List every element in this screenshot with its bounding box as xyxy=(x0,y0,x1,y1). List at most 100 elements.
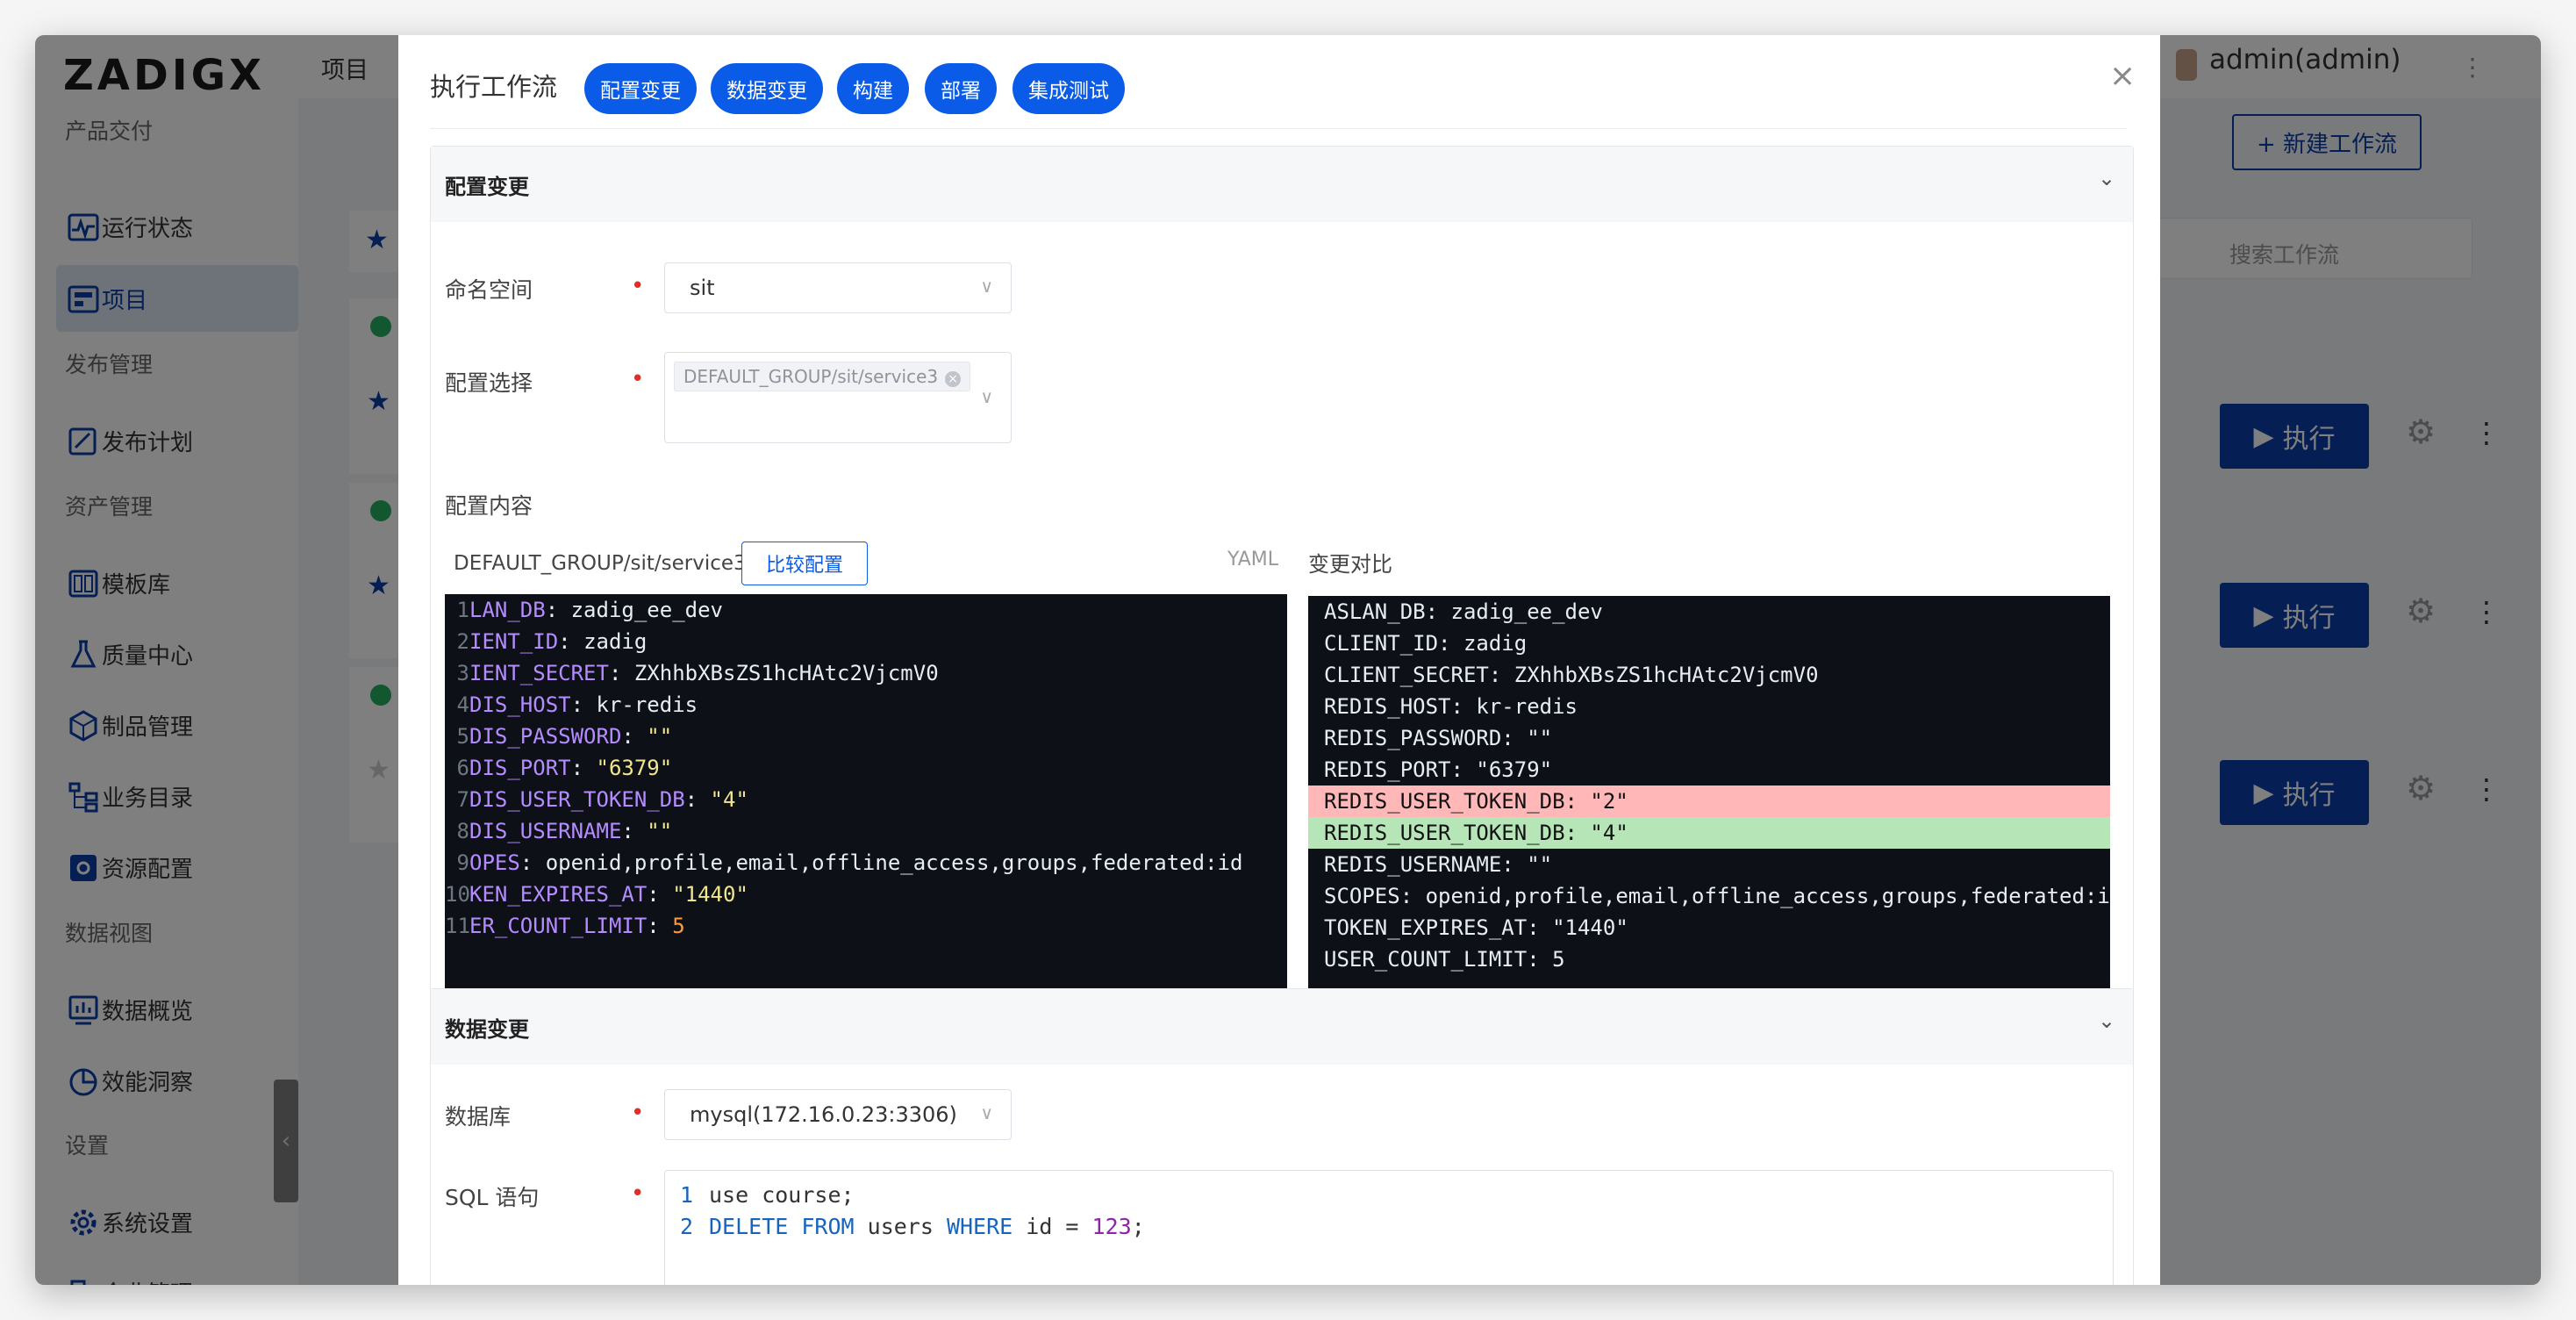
chevron-down-icon: ∨ xyxy=(980,276,993,297)
diff-line: ASLAN_DB: zadig_ee_dev xyxy=(1324,599,1603,624)
yaml-key: DIS_PORT xyxy=(469,756,571,780)
chevron-down-icon[interactable]: ⌄ xyxy=(2098,1008,2115,1033)
sql-keyword: DELETE xyxy=(709,1214,789,1239)
required-mark: • xyxy=(631,1180,645,1207)
config-select-label: 配置选择 xyxy=(445,370,533,396)
diff-line: SCOPES: openid,profile,email,offline_acc… xyxy=(1324,884,2110,908)
code-line: 3IENT_SECRET: ZXhhbXBsZS1hcHAtc2VjcmV0 xyxy=(445,657,1287,689)
database-select[interactable]: mysql(172.16.0.23:3306) ∨ xyxy=(664,1089,1012,1140)
yaml-value: 5 xyxy=(672,914,685,938)
chevron-down-icon[interactable]: ⌄ xyxy=(2098,166,2115,190)
yaml-key: LAN_DB xyxy=(469,598,546,622)
chevron-down-icon: ∨ xyxy=(980,386,993,407)
required-mark: • xyxy=(631,273,645,299)
remove-chip-icon[interactable]: × xyxy=(945,371,962,387)
chevron-down-icon: ∨ xyxy=(980,1102,993,1123)
sql-label: SQL 语句 xyxy=(445,1185,540,1210)
code-line: 6DIS_PORT: "6379" xyxy=(445,752,1287,784)
yaml-value: zadig xyxy=(583,629,648,654)
yaml-value: "4" xyxy=(710,787,748,812)
config-file-name: DEFAULT_GROUP/sit/service3 xyxy=(454,552,747,575)
line-number: 7 xyxy=(456,787,469,812)
data-change-panel: 数据变更 ⌄ 数据库 • mysql(172.16.0.23:3306) ∨ S… xyxy=(430,988,2134,1285)
yaml-key: OPES xyxy=(469,850,520,875)
close-icon[interactable]: × xyxy=(2109,58,2136,94)
code-line: 1LAN_DB: zadig_ee_dev xyxy=(445,594,1287,626)
yaml-value: zadig_ee_dev xyxy=(570,598,723,622)
line-number: 8 xyxy=(456,819,469,843)
line-number: 5 xyxy=(456,724,469,749)
yaml-value: "1440" xyxy=(672,882,748,907)
code-line: 11ER_COUNT_LIMIT: 5 xyxy=(445,910,1287,942)
yaml-key: IENT_ID xyxy=(469,629,559,654)
sql-number: 123 xyxy=(1091,1214,1132,1239)
code-line: 4DIS_HOST: kr-redis xyxy=(445,689,1287,721)
line-number: 6 xyxy=(456,756,469,780)
tab-deploy[interactable]: 部署 xyxy=(925,63,997,114)
diff-line: REDIS_USERNAME: "" xyxy=(1324,852,1553,877)
diff-line: CLIENT_ID: zadig xyxy=(1324,631,1528,656)
diff-line: REDIS_PASSWORD: "" xyxy=(1324,726,1553,750)
line-number: 11 xyxy=(445,914,470,938)
config-multi-select[interactable]: DEFAULT_GROUP/sit/service3 × ∨ xyxy=(664,352,1012,443)
diff-line-added: REDIS_USER_TOKEN_DB: "4" xyxy=(1308,817,2110,849)
compare-config-button[interactable]: 比较配置 xyxy=(741,542,868,585)
diff-title: 变更对比 xyxy=(1308,552,1392,577)
diff-line-removed: REDIS_USER_TOKEN_DB: "2" xyxy=(1308,786,2110,817)
required-mark: • xyxy=(631,1100,645,1126)
code-line: 8DIS_USERNAME: "" xyxy=(445,815,1287,847)
execute-workflow-modal: 执行工作流 配置变更 数据变更 构建 部署 集成测试 × 配置变更 ⌄ 命名空间… xyxy=(398,35,2160,1285)
panel-title: 数据变更 xyxy=(445,1017,529,1042)
namespace-select[interactable]: sit ∨ xyxy=(664,262,1012,313)
sql-text: id = xyxy=(1013,1214,1092,1239)
line-number: 10 xyxy=(445,882,470,907)
code-line: 5DIS_PASSWORD: "" xyxy=(445,721,1287,752)
yaml-key: DIS_HOST xyxy=(469,692,571,717)
config-content-label: 配置内容 xyxy=(445,493,533,519)
panel-title: 配置变更 xyxy=(445,175,529,199)
app-window: ZADIGX 产品交付 运行状态 项目 发布管理 发布计划 资产管理 模板库 质… xyxy=(35,35,2541,1285)
yaml-value: openid,profile,email,offline_access,grou… xyxy=(545,850,1243,875)
config-editor[interactable]: 1LAN_DB: zadig_ee_dev 2IENT_ID: zadig 3IEN… xyxy=(445,594,1287,1007)
yaml-key: IENT_SECRET xyxy=(469,661,609,685)
sql-text: ; xyxy=(1131,1214,1145,1239)
code-line: 2IENT_ID: zadig xyxy=(445,626,1287,657)
yaml-key: DIS_PASSWORD xyxy=(469,724,622,749)
panel-header[interactable]: 配置变更 ⌄ xyxy=(431,147,2133,222)
line-number: 2 xyxy=(456,629,469,654)
sql-line: 1 use course; xyxy=(665,1180,855,1211)
config-change-panel: 配置变更 ⌄ 命名空间 • sit ∨ 配置选择 • DEFAULT_GROUP… xyxy=(430,146,2134,1023)
sql-editor[interactable]: 1 use course; 2 DELETE FROM users WHERE id … xyxy=(664,1170,2114,1285)
yaml-value: kr-redis xyxy=(596,692,698,717)
code-line: 7DIS_USER_TOKEN_DB: "4" xyxy=(445,784,1287,815)
diff-line: REDIS_HOST: kr-redis xyxy=(1324,694,1578,719)
diff-line: TOKEN_EXPIRES_AT: "1440" xyxy=(1324,915,1628,940)
diff-line: CLIENT_SECRET: ZXhhbXBsZS1hcHAtc2VjcmV0 xyxy=(1324,663,1819,687)
divider xyxy=(430,128,2127,129)
database-label: 数据库 xyxy=(445,1104,512,1130)
line-number: 1 xyxy=(679,1182,693,1208)
tab-integration-test[interactable]: 集成测试 xyxy=(1013,63,1125,114)
sql-line: 2 DELETE FROM users WHERE id = 123; xyxy=(665,1211,1145,1243)
code-line: 9OPES: openid,profile,email,offline_acce… xyxy=(445,847,1287,879)
yaml-value: ZXhhbXBsZS1hcHAtc2VjcmV0 xyxy=(633,661,939,685)
line-number: 1 xyxy=(456,598,469,622)
namespace-label: 命名空间 xyxy=(445,277,533,303)
line-number: 3 xyxy=(456,661,469,685)
tab-config-change[interactable]: 配置变更 xyxy=(584,63,697,114)
code-line: 10KEN_EXPIRES_AT: "1440" xyxy=(445,879,1287,910)
yaml-value: "6379" xyxy=(596,756,673,780)
yaml-key: ER_COUNT_LIMIT xyxy=(469,914,648,938)
panel-header[interactable]: 数据变更 ⌄ xyxy=(431,989,2133,1065)
line-number: 4 xyxy=(456,692,469,717)
diff-line: USER_COUNT_LIMIT: 5 xyxy=(1324,947,1565,972)
tab-build[interactable]: 构建 xyxy=(837,63,909,114)
tab-data-change[interactable]: 数据变更 xyxy=(711,63,823,114)
yaml-value: "" xyxy=(647,819,673,843)
yaml-key: KEN_EXPIRES_AT xyxy=(469,882,648,907)
format-label: YAML xyxy=(1227,549,1279,570)
line-number: 9 xyxy=(456,850,469,875)
selected-config-chip[interactable]: DEFAULT_GROUP/sit/service3 × xyxy=(674,362,971,391)
diff-viewer: ASLAN_DB: zadig_ee_dev CLIENT_ID: zadig CL… xyxy=(1308,596,2110,1008)
